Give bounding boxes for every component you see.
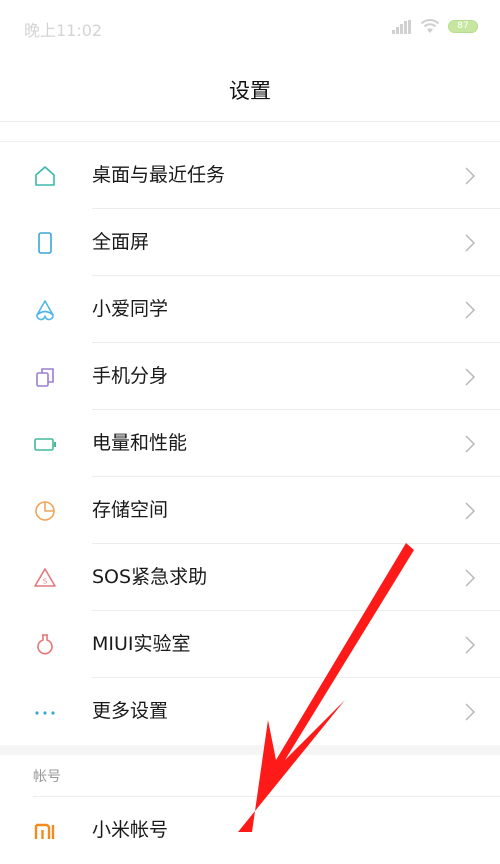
battery-icon bbox=[34, 438, 56, 451]
chevron-right-icon bbox=[465, 435, 476, 453]
settings-item-label: 手机分身 bbox=[92, 365, 169, 387]
more-icon bbox=[35, 711, 55, 715]
settings-item-sos[interactable]: S SOS紧急求助 bbox=[0, 544, 500, 611]
settings-item-second-space[interactable]: 手机分身 bbox=[0, 343, 500, 410]
status-time: 晚上11:02 bbox=[24, 21, 103, 40]
settings-item-label: 全面屏 bbox=[92, 231, 150, 253]
settings-item-fullscreen[interactable]: 全面屏 bbox=[0, 209, 500, 276]
section-header-account: 帐号 bbox=[33, 769, 61, 785]
section-gap bbox=[0, 745, 500, 755]
settings-item-battery[interactable]: 电量和性能 bbox=[0, 410, 500, 477]
phone-icon bbox=[38, 232, 52, 254]
chevron-right-icon bbox=[465, 368, 476, 386]
settings-item-label: SOS紧急求助 bbox=[92, 566, 208, 588]
chevron-right-icon bbox=[465, 703, 476, 721]
settings-item-label: 小米帐号 bbox=[92, 819, 169, 841]
chevron-right-icon bbox=[465, 234, 476, 252]
mi-logo-icon bbox=[34, 823, 55, 839]
settings-item-xiaoai[interactable]: 小爱同学 bbox=[0, 276, 500, 343]
header-gap bbox=[0, 122, 500, 142]
battery-level: 87 bbox=[457, 21, 469, 31]
page-title: 设置 bbox=[229, 78, 271, 103]
xiaoai-icon bbox=[36, 300, 54, 321]
header: 设置 bbox=[0, 56, 500, 122]
chevron-right-icon bbox=[465, 167, 476, 185]
flask-icon bbox=[37, 634, 53, 655]
settings-item-miui-lab[interactable]: MIUI实验室 bbox=[0, 611, 500, 678]
wifi-icon bbox=[420, 19, 440, 33]
sos-icon: S bbox=[34, 568, 56, 587]
pie-chart-icon bbox=[35, 501, 55, 521]
signal-icon bbox=[392, 20, 411, 34]
chevron-right-icon bbox=[465, 301, 476, 319]
settings-item-more[interactable]: 更多设置 bbox=[0, 678, 500, 745]
chevron-right-icon bbox=[465, 502, 476, 520]
settings-item-label: 电量和性能 bbox=[92, 432, 188, 454]
settings-item-label: 存储空间 bbox=[92, 499, 169, 521]
settings-item-label: 小爱同学 bbox=[92, 298, 169, 320]
settings-item-label: 更多设置 bbox=[92, 700, 169, 722]
chevron-right-icon bbox=[465, 569, 476, 587]
status-icons: 87 bbox=[392, 18, 482, 36]
settings-list: 桌面与最近任务 全面屏 小爱同学 手机分身 电量和性能 存储空间 S SOS紧急… bbox=[0, 142, 500, 745]
clone-icon bbox=[36, 368, 54, 387]
status-bar: 晚上11:02 87 bbox=[0, 0, 500, 56]
settings-item-storage[interactable]: 存储空间 bbox=[0, 477, 500, 544]
svg-text:S: S bbox=[43, 578, 48, 586]
settings-item-mi-account[interactable]: 小米帐号 bbox=[0, 797, 500, 864]
settings-item-label: 桌面与最近任务 bbox=[92, 164, 226, 186]
settings-item-label: MIUI实验室 bbox=[92, 633, 191, 655]
chevron-right-icon bbox=[465, 636, 476, 654]
settings-item-desktop[interactable]: 桌面与最近任务 bbox=[0, 142, 500, 209]
home-icon bbox=[35, 166, 55, 186]
battery-icon: 87 bbox=[448, 20, 478, 33]
